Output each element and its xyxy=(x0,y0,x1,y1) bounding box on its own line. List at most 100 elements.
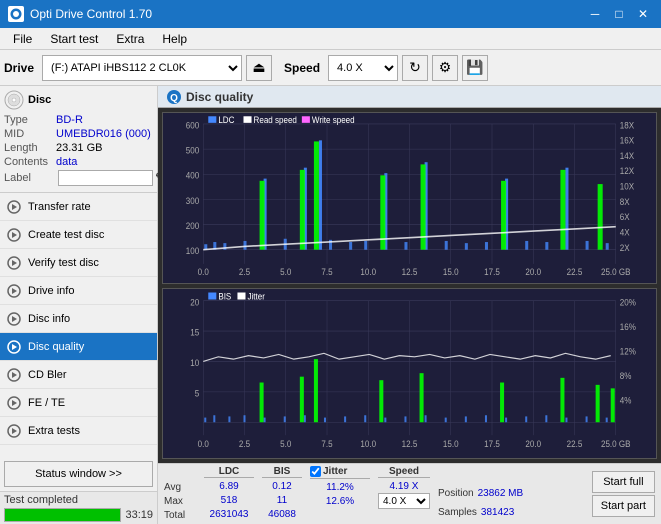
svg-text:20.0: 20.0 xyxy=(525,438,541,449)
refresh-button[interactable]: ↻ xyxy=(402,55,428,81)
app-title: Opti Drive Control 1.70 xyxy=(30,7,152,21)
sidebar-item-cd-bler[interactable]: CD Bler xyxy=(0,361,157,389)
stats-max-label: Max xyxy=(164,494,196,508)
stats-bis-header: BIS xyxy=(262,466,302,478)
verify-test-disc-label: Verify test disc xyxy=(28,257,99,269)
svg-text:15.0: 15.0 xyxy=(443,438,459,449)
svg-text:5: 5 xyxy=(195,387,200,398)
svg-text:17.5: 17.5 xyxy=(484,438,500,449)
content-area: Q Disc quality xyxy=(158,86,661,524)
sidebar: Disc Type BD-R MID UMEBDR016 (000) Lengt… xyxy=(0,86,158,524)
cd-bler-label: CD Bler xyxy=(28,369,67,381)
disc-label-label: Label xyxy=(4,172,56,184)
svg-text:Write speed: Write speed xyxy=(312,115,355,125)
disc-quality-label: Disc quality xyxy=(28,341,84,353)
extra-tests-icon xyxy=(6,423,22,439)
sidebar-item-extra-tests[interactable]: Extra tests xyxy=(0,417,157,445)
fe-te-icon xyxy=(6,395,22,411)
svg-text:Jitter: Jitter xyxy=(248,290,266,301)
title-bar-left: Opti Drive Control 1.70 xyxy=(8,6,152,22)
maximize-button[interactable]: □ xyxy=(609,4,629,24)
save-button[interactable]: 💾 xyxy=(462,55,488,81)
speed-select-stats[interactable]: 4.0 X 8.0 X Max xyxy=(378,493,430,509)
menu-bar: File Start test Extra Help xyxy=(0,28,661,50)
start-full-button[interactable]: Start full xyxy=(592,471,655,493)
samples-value: 381423 xyxy=(481,507,514,518)
progress-row: 33:19 xyxy=(4,508,153,522)
svg-text:0.0: 0.0 xyxy=(198,438,209,449)
stats-jitter-max: 12.6% xyxy=(326,494,354,508)
start-part-button[interactable]: Start part xyxy=(592,495,655,517)
stats-ldc-total: 2631043 xyxy=(210,507,249,521)
svg-text:16%: 16% xyxy=(620,321,636,332)
disc-label-field: Label ✎ xyxy=(4,170,153,186)
svg-text:10: 10 xyxy=(190,357,199,368)
minimize-button[interactable]: ─ xyxy=(585,4,605,24)
menu-extra[interactable]: Extra xyxy=(107,29,153,49)
disc-icon xyxy=(4,90,24,110)
fe-te-label: FE / TE xyxy=(28,397,65,409)
menu-start-test[interactable]: Start test xyxy=(41,29,107,49)
stats-ldc-avg: 6.89 xyxy=(219,479,238,493)
samples-row: Samples 381423 xyxy=(438,506,523,520)
svg-text:5.0: 5.0 xyxy=(280,267,291,277)
title-controls: ─ □ ✕ xyxy=(585,4,653,24)
drive-select[interactable]: (F:) ATAPI iHBS112 2 CL0K xyxy=(42,55,242,81)
sidebar-spacer xyxy=(0,445,157,457)
sidebar-item-disc-info[interactable]: Disc info xyxy=(0,305,157,333)
disc-type-field: Type BD-R xyxy=(4,114,153,126)
svg-text:4X: 4X xyxy=(620,227,630,237)
svg-text:20.0: 20.0 xyxy=(525,267,541,277)
progress-bar-outer xyxy=(4,508,121,522)
status-window-button[interactable]: Status window >> xyxy=(4,461,153,487)
settings-button[interactable]: ⚙ xyxy=(432,55,458,81)
svg-text:12%: 12% xyxy=(620,345,636,356)
svg-text:8%: 8% xyxy=(620,370,632,381)
svg-text:BIS: BIS xyxy=(218,290,231,301)
stats-ldc-col: LDC 6.89 518 2631043 xyxy=(204,466,254,522)
stats-bar: Avg Max Total LDC 6.89 518 2631043 BIS 0… xyxy=(158,463,661,524)
sidebar-item-drive-info[interactable]: Drive info xyxy=(0,277,157,305)
svg-text:10.0: 10.0 xyxy=(360,267,376,277)
status-text: Test completed xyxy=(4,494,153,506)
nav-items: Transfer rate Create test disc Verify te… xyxy=(0,193,157,445)
svg-text:25.0 GB: 25.0 GB xyxy=(601,267,631,277)
svg-text:2.5: 2.5 xyxy=(239,267,250,277)
svg-text:22.5: 22.5 xyxy=(567,438,583,449)
sidebar-item-create-test-disc[interactable]: Create test disc xyxy=(0,221,157,249)
disc-label-input[interactable] xyxy=(58,170,153,186)
stats-ldc-max: 518 xyxy=(221,493,238,507)
svg-text:20: 20 xyxy=(190,296,199,307)
menu-file[interactable]: File xyxy=(4,29,41,49)
close-button[interactable]: ✕ xyxy=(633,4,653,24)
jitter-header-label: Jitter xyxy=(323,466,347,477)
jitter-checkbox[interactable] xyxy=(310,466,321,477)
eject-button[interactable]: ⏏ xyxy=(246,55,272,81)
speed-label: Speed xyxy=(284,61,320,75)
menu-help[interactable]: Help xyxy=(153,29,196,49)
position-label: Position xyxy=(438,488,474,499)
svg-text:12.5: 12.5 xyxy=(402,267,418,277)
disc-mid-value: UMEBDR016 (000) xyxy=(56,128,151,140)
svg-text:500: 500 xyxy=(186,145,200,155)
stats-header-spacer xyxy=(164,466,196,480)
charts-area: 600 500 400 300 200 100 18X 16X 14X 12X … xyxy=(158,108,661,463)
stats-avg-label: Avg xyxy=(164,480,196,494)
stats-ldc-header: LDC xyxy=(204,466,254,478)
disc-mid-field: MID UMEBDR016 (000) xyxy=(4,128,153,140)
disc-panel: Disc Type BD-R MID UMEBDR016 (000) Lengt… xyxy=(0,86,157,193)
sidebar-item-fe-te[interactable]: FE / TE xyxy=(0,389,157,417)
speed-select[interactable]: 4.0 X 8.0 X Max xyxy=(328,55,398,81)
svg-text:14X: 14X xyxy=(620,151,635,161)
app-icon xyxy=(8,6,24,22)
svg-text:5.0: 5.0 xyxy=(280,438,291,449)
disc-contents-value: data xyxy=(56,156,77,168)
sidebar-item-transfer-rate[interactable]: Transfer rate xyxy=(0,193,157,221)
sidebar-item-disc-quality[interactable]: Disc quality xyxy=(0,333,157,361)
svg-text:0.0: 0.0 xyxy=(198,267,209,277)
disc-length-label: Length xyxy=(4,142,56,154)
svg-text:LDC: LDC xyxy=(218,115,234,125)
create-test-disc-icon xyxy=(6,227,22,243)
sidebar-item-verify-test-disc[interactable]: Verify test disc xyxy=(0,249,157,277)
action-buttons: Start full Start part xyxy=(592,466,655,522)
